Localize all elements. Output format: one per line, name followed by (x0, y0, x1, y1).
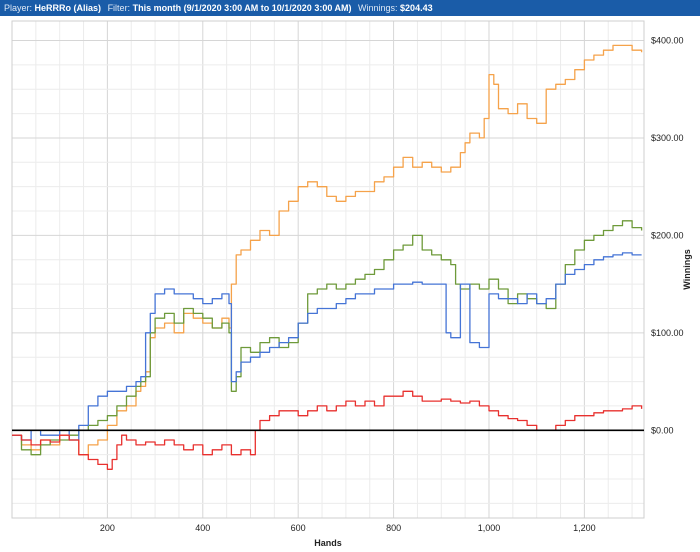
x-tick-label: 200 (100, 523, 115, 533)
filter-value: This month (9/1/2020 3:00 AM to 10/1/202… (132, 3, 352, 13)
plot-border (11, 20, 645, 519)
player-label: Player: (4, 3, 33, 13)
series-line-1 (12, 44, 643, 456)
x-tick-labels: 200 400 600 800 1,000 1,200 (100, 523, 596, 533)
chart-grid (11, 20, 645, 519)
y-tick-label: $0.00 (651, 425, 674, 435)
y-axis-label: Winnings (682, 249, 692, 289)
x-tick-label: 1,000 (478, 523, 501, 533)
x-tick-label: 400 (195, 523, 210, 533)
winnings-value: $204.43 (400, 3, 433, 13)
x-axis-label: Hands (314, 538, 342, 548)
filter-label: Filter: (107, 3, 131, 13)
y-tick-label: $200.00 (651, 230, 684, 240)
series-line-3 (12, 252, 642, 441)
x-tick-label: 600 (291, 523, 306, 533)
winnings-label: Winnings: (358, 3, 398, 13)
player-value: HeRRRo (Alias) (34, 3, 102, 13)
y-tick-labels: $0.00 $100.00 $200.00 $300.00 $400.00 (651, 35, 684, 435)
filter-header-bar: Player: HeRRRo (Alias) Filter: This mont… (0, 0, 700, 16)
y-tick-label: $100.00 (651, 328, 684, 338)
y-tick-label: $300.00 (651, 133, 684, 143)
winnings-line-chart: 200 400 600 800 1,000 1,200 $0.00 $100.00 $200.… (11, 20, 692, 548)
x-tick-label: 800 (386, 523, 401, 533)
y-tick-label: $400.00 (651, 35, 684, 45)
series-line-2 (12, 220, 643, 456)
x-tick-label: 1,200 (573, 523, 596, 533)
